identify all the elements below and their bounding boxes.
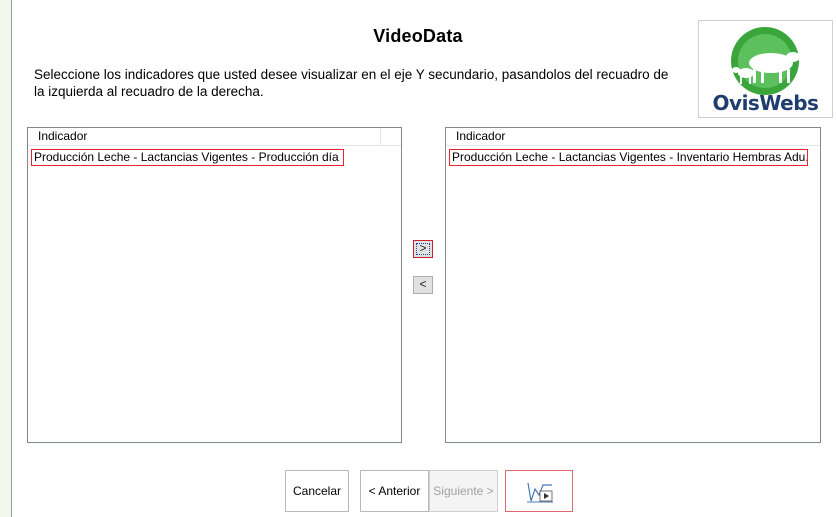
column-separator <box>380 128 381 145</box>
instructions-text: Seleccione los indicadores que usted des… <box>34 67 669 99</box>
add-indicator-label: > <box>419 241 427 255</box>
list-item[interactable]: Producción Leche - Lactancias Vigentes -… <box>31 149 344 166</box>
list-item[interactable]: Producción Leche - Lactancias Vigentes -… <box>449 149 808 166</box>
logo-text: OvisWebs <box>712 91 819 115</box>
oviswebs-logo: OvisWebs <box>698 20 833 118</box>
chart-play-icon <box>527 482 553 503</box>
selected-indicators-list[interactable]: Indicador Producción Leche - Lactancias … <box>445 127 821 443</box>
remove-indicator-button[interactable]: < <box>413 276 433 294</box>
remove-indicator-label: < <box>419 277 427 291</box>
available-indicators-list[interactable]: Indicador Producción Leche - Lactancias … <box>27 127 402 443</box>
back-button[interactable]: < Anterior <box>360 470 429 512</box>
selected-list-header[interactable]: Indicador <box>446 128 820 146</box>
column-header-indicador[interactable]: Indicador <box>38 128 87 145</box>
next-button[interactable]: Siguiente > <box>429 470 498 512</box>
background-strip <box>0 0 11 517</box>
sheep-logo-icon <box>731 27 800 95</box>
cancel-button[interactable]: Cancelar <box>285 470 349 512</box>
add-indicator-button[interactable]: > <box>413 240 433 258</box>
column-header-indicador[interactable]: Indicador <box>456 128 505 145</box>
available-list-header[interactable]: Indicador <box>28 128 401 146</box>
generate-video-button[interactable] <box>505 470 573 512</box>
